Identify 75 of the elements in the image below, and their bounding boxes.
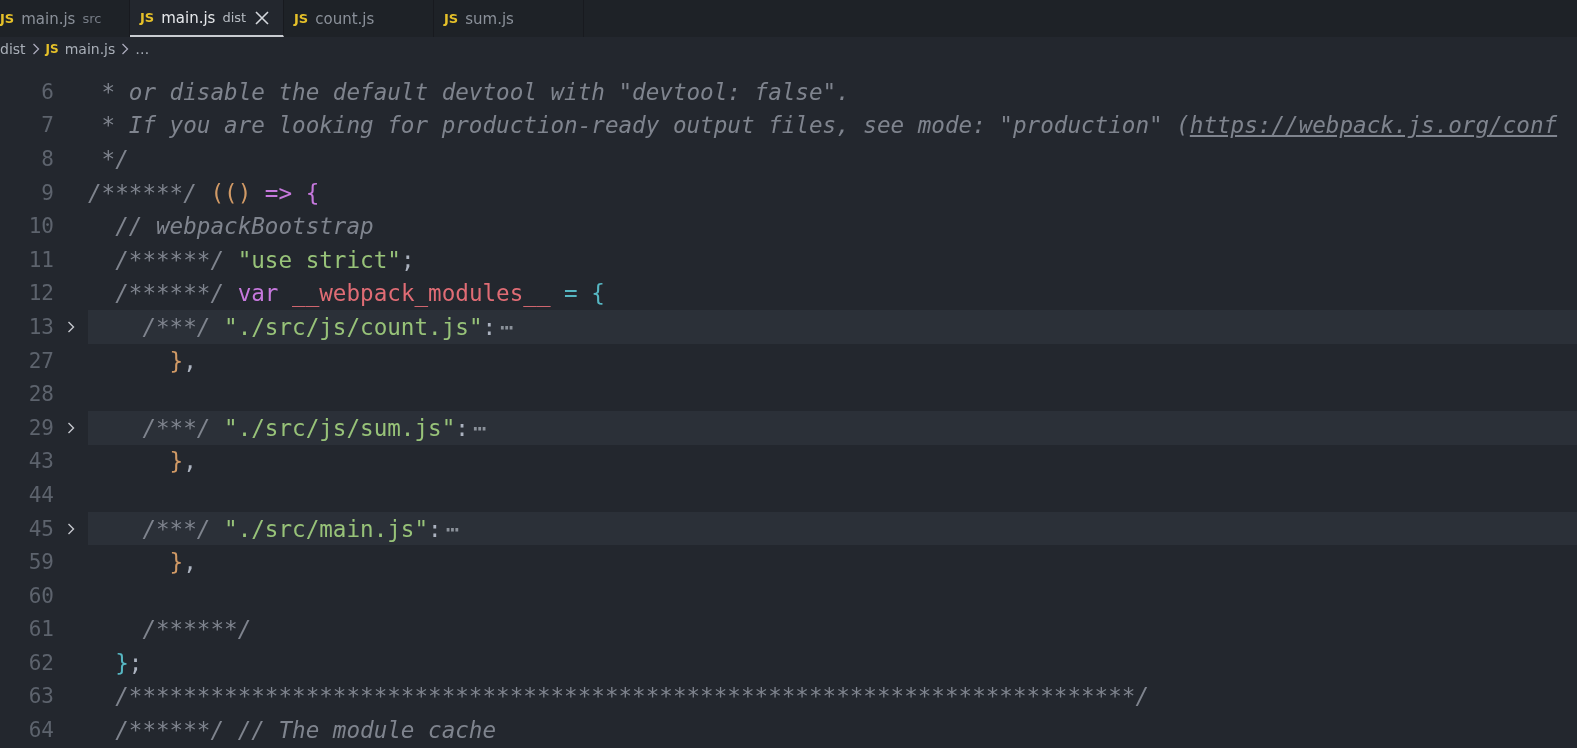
code-comment: /******/ // The module cache xyxy=(114,717,497,744)
line-number: 11 xyxy=(27,247,54,272)
line-number: 28 xyxy=(27,382,54,407)
code-bracket: } xyxy=(168,347,184,374)
js-file-icon: JS xyxy=(444,11,459,26)
code-comment: /**************************************************************************/ xyxy=(114,683,1149,710)
line-number: 7 xyxy=(40,113,54,138)
line-number: 63 xyxy=(27,684,54,709)
code-comment: /******/ xyxy=(141,616,252,643)
chevron-right-icon xyxy=(121,42,130,55)
string-literal: "./src/js/sum.js" xyxy=(224,414,456,441)
fold-chevron-icon[interactable] xyxy=(67,421,75,434)
code-bracket: } xyxy=(168,549,184,576)
code-punctuation: : xyxy=(428,515,442,542)
line-number: 59 xyxy=(27,550,54,575)
breadcrumb-item[interactable]: dist xyxy=(0,40,26,57)
code-comment: * or disable the default devtool with "devtool: false". xyxy=(100,78,850,105)
line-number: 29 xyxy=(27,415,54,440)
code-bracket: { xyxy=(591,280,605,307)
js-file-icon: JS xyxy=(140,10,155,25)
line-number: 60 xyxy=(27,583,54,608)
code-punctuation: : xyxy=(455,414,469,441)
code-punctuation: , xyxy=(183,448,197,475)
code-bracket: } xyxy=(168,448,184,475)
code-comment: /******/ xyxy=(114,246,226,273)
code-operator: = xyxy=(563,280,579,307)
close-icon[interactable] xyxy=(255,10,270,25)
line-number: 8 xyxy=(40,147,54,171)
js-file-icon: JS xyxy=(294,11,309,26)
code-punctuation: ; xyxy=(400,246,415,273)
folded-ellipsis: ⋯ xyxy=(472,414,487,441)
code-comment: /***/ xyxy=(141,515,212,542)
folded-ellipsis: ⋯ xyxy=(500,313,514,340)
line-number: 62 xyxy=(27,650,54,675)
code-keyword: var xyxy=(237,280,280,307)
string-literal: "use strict" xyxy=(237,246,401,273)
code-bracket: } xyxy=(114,649,129,676)
string-literal: "./src/main.js" xyxy=(224,515,429,542)
editor-tab[interactable]: JS main.js dist xyxy=(130,0,284,37)
line-number: 64 xyxy=(27,718,54,743)
variable-name: __webpack_modules__ xyxy=(292,280,551,307)
line-number: 44 xyxy=(27,482,54,507)
code-punctuation: : xyxy=(482,313,497,340)
code-punctuation: ; xyxy=(128,649,143,676)
code-keyword: => xyxy=(263,179,294,206)
line-number: 6 xyxy=(40,79,54,104)
code-bracket: { xyxy=(305,179,320,206)
breadcrumb-item[interactable]: … xyxy=(135,40,150,57)
js-file-icon: JS xyxy=(45,41,59,56)
line-number: 9 xyxy=(40,180,54,205)
line-number: 61 xyxy=(27,617,54,642)
line-number: 43 xyxy=(27,449,54,474)
code-comment: /******/ xyxy=(114,280,226,307)
code-comment: /******/ xyxy=(88,179,198,206)
code-punctuation: , xyxy=(183,549,197,576)
js-file-icon: JS xyxy=(0,11,15,26)
line-number: 27 xyxy=(27,348,54,373)
fold-chevron-icon[interactable] xyxy=(67,522,75,535)
code-comment: // webpackBootstrap xyxy=(114,213,374,240)
folded-ellipsis: ⋯ xyxy=(445,515,460,542)
code-comment: /***/ xyxy=(141,414,212,441)
editor-tab[interactable]: JS main.js src xyxy=(0,0,130,37)
line-number: 12 xyxy=(27,281,54,306)
code-punctuation: , xyxy=(183,347,197,374)
chevron-right-icon xyxy=(31,42,40,55)
code-comment: * If you are looking for production-ready output files, see mode: "production" ( xyxy=(100,112,1190,139)
line-number: 13 xyxy=(27,314,54,339)
line-number: 10 xyxy=(27,214,54,239)
code-bracket: (() xyxy=(210,179,252,206)
line-number: 45 xyxy=(27,516,54,541)
code-comment: */ xyxy=(100,146,129,172)
string-literal: "./src/js/count.js" xyxy=(224,313,483,340)
code-comment: /***/ xyxy=(141,313,212,340)
breadcrumb-item[interactable]: main.js xyxy=(64,40,116,57)
fold-chevron-icon[interactable] xyxy=(67,320,75,333)
